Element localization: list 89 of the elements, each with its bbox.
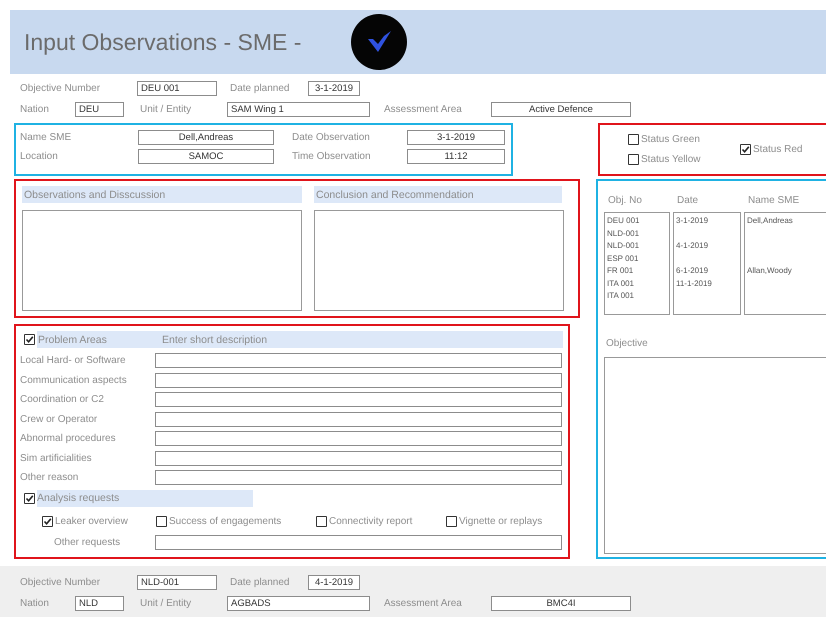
checkbox-label: Leaker overview bbox=[55, 516, 128, 526]
list-item[interactable]: 3-1-2019 bbox=[676, 216, 738, 228]
list-item[interactable]: ITA 001 bbox=[607, 278, 667, 291]
field-label: Objective Number bbox=[20, 577, 102, 588]
window-title: Input Observations - SME - bbox=[24, 28, 302, 56]
input-field[interactable]: AGBADS bbox=[227, 596, 370, 611]
input-field[interactable]: Active Defence bbox=[491, 102, 631, 117]
checkbox[interactable] bbox=[24, 492, 35, 504]
input-field[interactable]: SAMOC bbox=[138, 149, 274, 164]
list-item[interactable]: NLD-001 bbox=[607, 241, 667, 254]
list-item[interactable]: FR 001 bbox=[607, 266, 667, 278]
input-field[interactable]: 4-1-2019 bbox=[308, 575, 360, 590]
input-field[interactable]: DEU 001 bbox=[137, 81, 217, 96]
input-field[interactable] bbox=[155, 534, 562, 550]
checkbox[interactable] bbox=[156, 516, 167, 526]
section-heading: Conclusion and Recommendation bbox=[314, 186, 562, 203]
section-heading: Problem Areas bbox=[37, 334, 108, 346]
checkbox[interactable] bbox=[628, 134, 639, 144]
field-label: Communication aspects bbox=[20, 374, 128, 386]
input-field[interactable] bbox=[155, 450, 562, 466]
input-field[interactable]: 3-1-2019 bbox=[308, 81, 360, 96]
input-field[interactable]: DEU bbox=[75, 102, 124, 117]
list-item[interactable]: 4-1-2019 bbox=[676, 241, 738, 254]
field-label: Crew or Operator bbox=[20, 414, 98, 425]
text-area[interactable] bbox=[314, 210, 564, 311]
input-field[interactable]: 11:12 bbox=[407, 149, 505, 164]
column-heading: Obj. No bbox=[608, 195, 643, 206]
field-label: Coordination or C2 bbox=[20, 394, 105, 406]
list-item[interactable]: DEU 001 bbox=[607, 216, 667, 228]
field-label: Location bbox=[20, 151, 59, 162]
input-field[interactable] bbox=[155, 353, 562, 368]
field-label: Nation bbox=[20, 598, 50, 609]
checkbox[interactable] bbox=[628, 154, 639, 164]
checkbox-label: Status Green bbox=[641, 134, 700, 144]
input-field[interactable] bbox=[155, 372, 562, 388]
field-label: Assessment Area bbox=[384, 104, 463, 115]
field-label: Sim artificialities bbox=[20, 452, 93, 464]
list-item[interactable]: Allan,Woody bbox=[747, 266, 826, 278]
field-label: Other requests bbox=[54, 536, 122, 548]
list-box[interactable]: DEU 001 NLD-001 NLD-001 ESP 001 FR 001 ITA 001 ITA 001 bbox=[604, 212, 670, 315]
section-heading: Observations and Disscussion bbox=[22, 186, 302, 203]
input-field[interactable]: NLD bbox=[75, 596, 124, 611]
checkbox-label: Status Yellow bbox=[641, 154, 700, 164]
input-field[interactable]: NLD-001 bbox=[137, 575, 217, 590]
field-label: Unit / Entity bbox=[140, 104, 192, 115]
input-field[interactable]: Dell,Andreas bbox=[138, 130, 274, 145]
field-label: Local Hard- or Software bbox=[20, 355, 127, 366]
column-heading: Enter short description bbox=[162, 334, 268, 346]
field-label: Other reason bbox=[20, 472, 80, 484]
list-box[interactable]: 3-1-2019 4-1-2019 6-1-2019 11-1-2019 bbox=[673, 212, 741, 315]
input-field[interactable] bbox=[155, 412, 562, 427]
checkbox-label: Vignette or replays bbox=[459, 516, 542, 526]
checkbox-label: Connectivity report bbox=[329, 516, 412, 526]
input-field[interactable]: 3-1-2019 bbox=[407, 130, 505, 145]
column-heading: Date bbox=[677, 195, 700, 206]
input-field[interactable]: BMC4I bbox=[491, 596, 631, 611]
field-label: Date Observation bbox=[292, 132, 371, 143]
list-item[interactable]: ITA 001 bbox=[607, 291, 667, 304]
field-label: Objective Number bbox=[20, 83, 102, 94]
input-field[interactable] bbox=[155, 431, 562, 446]
field-label: Nation bbox=[20, 104, 50, 115]
checkbox[interactable] bbox=[316, 516, 327, 526]
list-item[interactable]: NLD-001 bbox=[607, 228, 667, 241]
checkbox-label: Success of engagements bbox=[169, 516, 282, 526]
logo-icon bbox=[351, 14, 408, 70]
input-field[interactable]: SAM Wing 1 bbox=[227, 102, 370, 117]
list-item[interactable]: Dell,Andreas bbox=[747, 216, 826, 228]
checkbox[interactable] bbox=[446, 516, 457, 526]
field-label: Assessment Area bbox=[384, 598, 463, 609]
input-field[interactable] bbox=[155, 470, 562, 486]
checkbox[interactable] bbox=[740, 144, 751, 154]
field-label: Unit / Entity bbox=[140, 598, 192, 609]
section-heading: Analysis requests bbox=[37, 492, 120, 504]
field-label: Date planned bbox=[230, 83, 290, 94]
checkbox[interactable] bbox=[24, 334, 35, 345]
input-field[interactable] bbox=[155, 392, 562, 408]
list-item[interactable]: 6-1-2019 bbox=[676, 266, 738, 278]
list-item[interactable]: 11-1-2019 bbox=[676, 278, 738, 291]
list-item[interactable]: ESP 001 bbox=[607, 254, 667, 266]
list-box[interactable]: Dell,Andreas Allan,Woody bbox=[744, 212, 826, 315]
field-label: Time Observation bbox=[292, 151, 372, 162]
column-heading: Name SME bbox=[748, 195, 800, 206]
field-label: Objective bbox=[606, 338, 648, 349]
field-label: Date planned bbox=[230, 577, 290, 588]
checkbox-label: Status Red bbox=[753, 144, 802, 154]
field-label: Name SME bbox=[20, 132, 72, 143]
checkbox[interactable] bbox=[42, 516, 53, 526]
field-label: Abnormal procedures bbox=[20, 433, 117, 444]
text-area[interactable] bbox=[22, 210, 302, 311]
